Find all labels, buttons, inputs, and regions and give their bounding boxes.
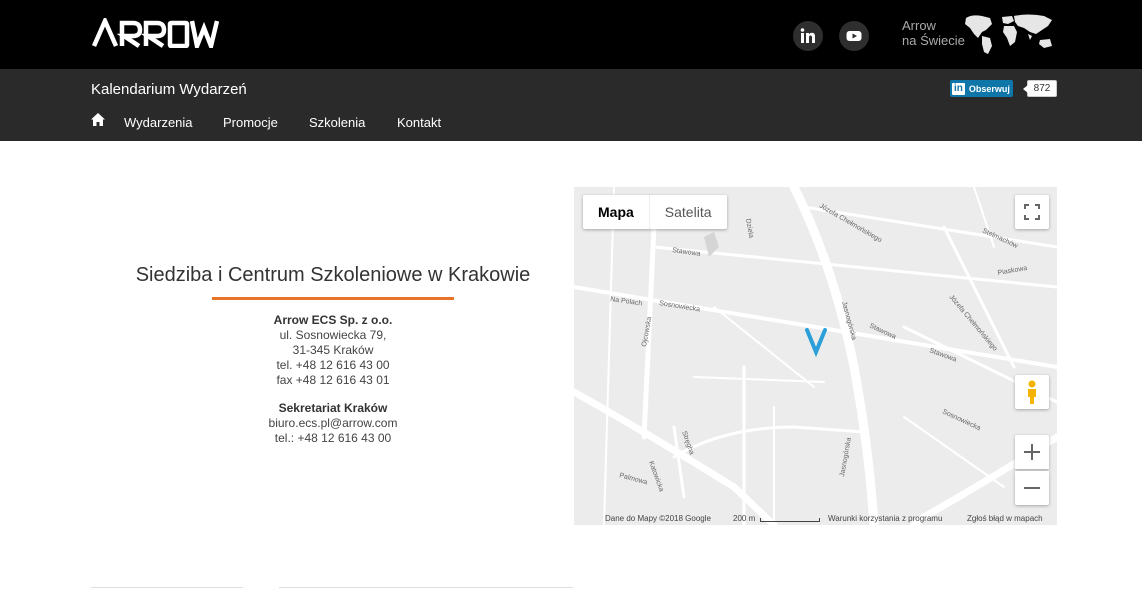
menu-item-szkolenia[interactable]: Szkolenia: [309, 115, 365, 130]
address-street: ul. Sosnowiecka 79,: [279, 328, 387, 342]
svg-text:Dziela: Dziela: [744, 218, 754, 238]
footer-divider: [91, 587, 243, 588]
secretariat-email[interactable]: biuro.ecs.pl@arrow.com: [91, 416, 575, 431]
svg-text:Piaskowa: Piaskowa: [997, 265, 1028, 277]
svg-text:Katowicka: Katowicka: [647, 460, 665, 492]
world-link-line2: na Świecie: [902, 33, 965, 48]
menu-item-promocje[interactable]: Promocje: [223, 115, 278, 130]
map-scale-bar: [760, 518, 820, 522]
home-icon[interactable]: [91, 113, 105, 126]
google-map[interactable]: Józefa Chełmońskiego Stawowa Na Polach S…: [574, 187, 1057, 525]
page-title: Kalendarium Wydarzeń: [91, 81, 247, 98]
map-scale-label: 200 m: [733, 514, 756, 523]
map-type-map-button[interactable]: Mapa: [583, 195, 649, 229]
address-city: 31-345 Kraków: [292, 343, 374, 357]
map-type-satellite-button[interactable]: Satelita: [648, 195, 727, 229]
pegman-icon: [1028, 380, 1036, 404]
footer-divider: [279, 587, 573, 588]
arrow-location-marker: [805, 328, 827, 358]
secretariat-phone: tel.: +48 12 616 43 00: [274, 431, 392, 445]
company-name: Arrow ECS Sp. z o.o.: [273, 313, 393, 327]
youtube-icon: [846, 31, 862, 41]
linkedin-button[interactable]: [793, 21, 823, 51]
map-streets: Józefa Chełmońskiego Stawowa Na Polach S…: [574, 187, 1057, 525]
zoom-out-button[interactable]: [1015, 471, 1049, 505]
phone-number: tel. +48 12 616 43 00: [276, 358, 390, 372]
office-heading: Siedziba i Centrum Szkoleniowe w Krakowi…: [135, 264, 531, 286]
secretariat-contact: Sekretariat Kraków biuro.ecs.pl@arrow.co…: [91, 401, 575, 446]
street-view-pegman[interactable]: [1015, 375, 1049, 409]
fullscreen-icon: [1024, 204, 1040, 220]
world-link[interactable]: Arrow na Świecie: [902, 18, 965, 48]
map-data-attribution: Dane do Mapy ©2018 Google: [605, 514, 711, 523]
zoom-in-button[interactable]: [1015, 435, 1049, 469]
map-terms-link[interactable]: Warunki korzystania z programu: [828, 514, 942, 523]
follower-count: 872: [1023, 80, 1057, 97]
follow-label: Obserwuj: [968, 83, 1010, 94]
top-bar: Arrow na Świecie: [0, 0, 1142, 69]
svg-text:Jasnogórska: Jasnogórska: [839, 437, 853, 477]
menu-item-wydarzenia[interactable]: Wydarzenia: [124, 115, 193, 130]
youtube-button[interactable]: [839, 21, 869, 51]
map-report-link[interactable]: Zgłoś błąd w mapach: [967, 514, 1043, 523]
fax-number: fax +48 12 616 43 01: [276, 373, 390, 387]
svg-text:Stawowa: Stawowa: [672, 247, 701, 258]
secretariat-title: Sekretariat Kraków: [278, 401, 388, 415]
linkedin-small-icon: in: [952, 82, 965, 95]
svg-text:Sosnowiecka: Sosnowiecka: [941, 408, 981, 432]
world-map-icon[interactable]: [962, 12, 1058, 56]
svg-text:Palmowa: Palmowa: [618, 472, 648, 486]
svg-text:Sosnowiecka: Sosnowiecka: [659, 300, 701, 313]
heading-underline: [212, 297, 454, 300]
map-type-switch: Mapa Satelita: [583, 195, 727, 229]
arrow-logo[interactable]: [91, 18, 219, 48]
linkedin-follow-button[interactable]: in Obserwuj: [950, 80, 1013, 97]
linkedin-icon: [800, 28, 815, 43]
nav-bar: Kalendarium Wydarzeń in Obserwuj 872 Wyd…: [0, 69, 1142, 141]
svg-text:Józefa Chełmońskiego: Józefa Chełmońskiego: [818, 203, 883, 245]
world-link-line1: Arrow: [902, 18, 936, 33]
map-footer: Dane do Mapy ©2018 Google 200 m Warunki …: [574, 513, 1057, 525]
company-address: Arrow ECS Sp. z o.o. ul. Sosnowiecka 79,…: [91, 313, 575, 388]
menu-item-kontakt[interactable]: Kontakt: [397, 115, 441, 130]
fullscreen-button[interactable]: [1015, 195, 1049, 229]
